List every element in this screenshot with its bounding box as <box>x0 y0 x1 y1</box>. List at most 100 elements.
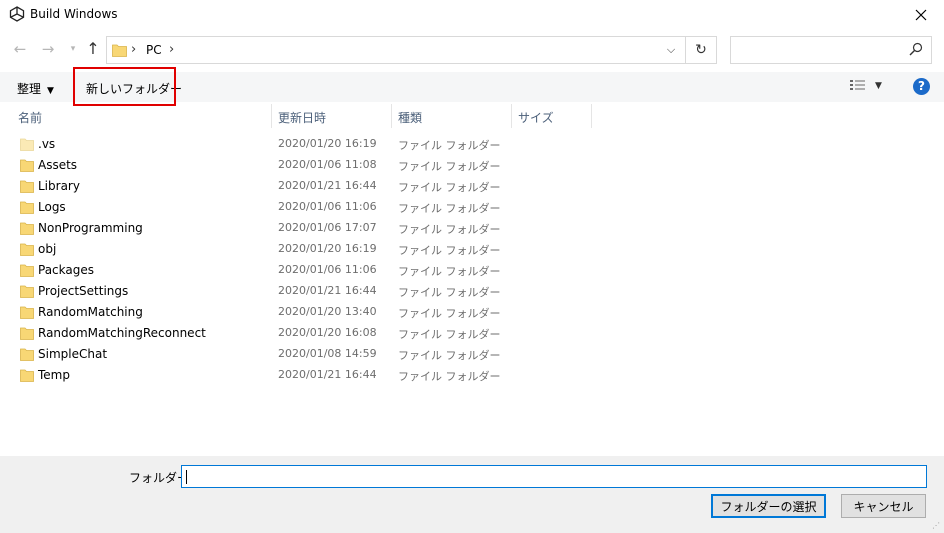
breadcrumb-separator[interactable]: › <box>169 42 174 57</box>
file-name: ProjectSettings <box>38 284 129 298</box>
view-options-button[interactable] <box>849 79 867 94</box>
file-date: 2020/01/20 16:19 <box>278 137 377 150</box>
file-name: RandomMatchingReconnect <box>38 326 206 340</box>
file-row[interactable]: .vs 2020/01/20 16:19 ファイル フォルダー <box>0 134 600 155</box>
address-bar[interactable]: › PC › ⌵ ↻ <box>106 36 717 64</box>
resize-grip[interactable]: ⋰ <box>932 521 940 530</box>
file-type: ファイル フォルダー <box>398 370 501 383</box>
chevron-down-icon: ▾ <box>70 44 76 54</box>
text-cursor <box>186 470 187 484</box>
folder-icon <box>112 44 127 57</box>
window-title: Build Windows <box>30 7 118 21</box>
folder-icon <box>20 348 34 361</box>
file-row[interactable]: Logs 2020/01/06 11:06 ファイル フォルダー <box>0 197 600 218</box>
file-name: Library <box>38 179 80 193</box>
folder-icon <box>20 285 34 298</box>
column-header-type[interactable]: 種類 <box>398 109 422 126</box>
file-name: NonProgramming <box>38 221 143 235</box>
file-date: 2020/01/08 14:59 <box>278 347 377 360</box>
title-bar: Build Windows <box>0 0 944 30</box>
file-name: SimpleChat <box>38 347 108 361</box>
file-name: obj <box>38 242 57 256</box>
folder-icon <box>20 264 34 277</box>
breadcrumb-pc[interactable]: PC <box>146 43 162 57</box>
file-date: 2020/01/20 16:19 <box>278 242 377 255</box>
up-button[interactable]: ↑ <box>84 40 102 58</box>
column-divider[interactable] <box>511 104 512 128</box>
file-row[interactable]: RandomMatching 2020/01/20 13:40 ファイル フォルダー <box>0 302 600 323</box>
folder-icon <box>20 243 34 256</box>
search-input[interactable] <box>730 36 932 64</box>
close-button[interactable] <box>898 0 944 30</box>
file-date: 2020/01/06 11:06 <box>278 263 377 276</box>
file-type: ファイル フォルダー <box>398 181 501 194</box>
file-date: 2020/01/20 13:40 <box>278 305 377 318</box>
folder-icon <box>20 138 34 151</box>
help-button[interactable]: ? <box>913 78 930 95</box>
view-dropdown-icon[interactable]: ▼ <box>875 81 882 91</box>
file-date: 2020/01/06 11:08 <box>278 158 377 171</box>
breadcrumb-separator[interactable]: › <box>131 42 136 57</box>
file-row[interactable]: Library 2020/01/21 16:44 ファイル フォルダー <box>0 176 600 197</box>
arrow-right-icon: → <box>41 40 55 58</box>
file-row[interactable]: RandomMatchingReconnect 2020/01/20 16:08 フ… <box>0 323 600 344</box>
file-type: ファイル フォルダー <box>398 223 501 236</box>
file-date: 2020/01/21 16:44 <box>278 368 377 381</box>
chevron-down-icon: ⌵ <box>666 43 676 56</box>
file-row[interactable]: Assets 2020/01/06 11:08 ファイル フォルダー <box>0 155 600 176</box>
organize-button[interactable]: 整理 ▼ <box>17 80 54 97</box>
file-type: ファイル フォルダー <box>398 328 501 341</box>
column-headers: 名前 更新日時 種類 サイズ <box>0 104 944 128</box>
file-row[interactable]: obj 2020/01/20 16:19 ファイル フォルダー <box>0 239 600 260</box>
divider <box>685 37 686 63</box>
view-details-icon <box>850 80 865 90</box>
file-type: ファイル フォルダー <box>398 202 501 215</box>
file-row[interactable]: ProjectSettings 2020/01/21 16:44 ファイル フォルダ… <box>0 281 600 302</box>
search-icon <box>909 42 923 56</box>
column-header-name[interactable]: 名前 <box>18 109 42 126</box>
folder-icon <box>20 306 34 319</box>
file-row[interactable]: Temp 2020/01/21 16:44 ファイル フォルダー <box>0 365 600 386</box>
column-header-size[interactable]: サイズ <box>518 109 554 126</box>
file-row[interactable]: Packages 2020/01/06 11:06 ファイル フォルダー <box>0 260 600 281</box>
file-type: ファイル フォルダー <box>398 139 501 152</box>
file-date: 2020/01/06 11:06 <box>278 200 377 213</box>
column-divider[interactable] <box>271 104 272 128</box>
folder-icon <box>20 180 34 193</box>
refresh-button[interactable]: ↻ <box>690 40 712 60</box>
arrow-up-icon: ↑ <box>86 39 100 58</box>
file-name: Temp <box>38 368 70 382</box>
address-dropdown-button[interactable]: ⌵ <box>662 41 680 59</box>
file-name: Packages <box>38 263 94 277</box>
folder-icon <box>20 369 34 382</box>
file-row[interactable]: SimpleChat 2020/01/08 14:59 ファイル フォルダー <box>0 344 600 365</box>
arrow-left-icon: ← <box>13 40 27 58</box>
file-name: .vs <box>38 137 56 151</box>
caret-down-icon: ▼ <box>47 86 54 96</box>
column-divider[interactable] <box>391 104 392 128</box>
select-folder-button[interactable]: フォルダーの選択 <box>711 494 826 518</box>
file-name: RandomMatching <box>38 305 143 319</box>
file-row[interactable]: NonProgramming 2020/01/06 17:07 ファイル フォルダー <box>0 218 600 239</box>
column-header-date[interactable]: 更新日時 <box>278 109 326 126</box>
back-button[interactable]: ← <box>11 40 29 58</box>
column-divider[interactable] <box>591 104 592 128</box>
file-name: Assets <box>38 158 78 172</box>
annotation-highlight-box <box>73 67 176 106</box>
file-date: 2020/01/21 16:44 <box>278 179 377 192</box>
file-type: ファイル フォルダー <box>398 160 501 173</box>
recent-locations-button[interactable]: ▾ <box>64 40 82 58</box>
folder-icon <box>20 159 34 172</box>
cancel-button[interactable]: キャンセル <box>841 494 926 518</box>
unity-icon <box>9 6 25 22</box>
file-type: ファイル フォルダー <box>398 349 501 362</box>
file-name: Logs <box>38 200 66 214</box>
file-type: ファイル フォルダー <box>398 307 501 320</box>
folder-name-input[interactable] <box>181 465 927 488</box>
folder-icon <box>20 327 34 340</box>
forward-button[interactable]: → <box>39 40 57 58</box>
file-date: 2020/01/06 17:07 <box>278 221 377 234</box>
file-date: 2020/01/21 16:44 <box>278 284 377 297</box>
file-type: ファイル フォルダー <box>398 265 501 278</box>
file-type: ファイル フォルダー <box>398 244 501 257</box>
